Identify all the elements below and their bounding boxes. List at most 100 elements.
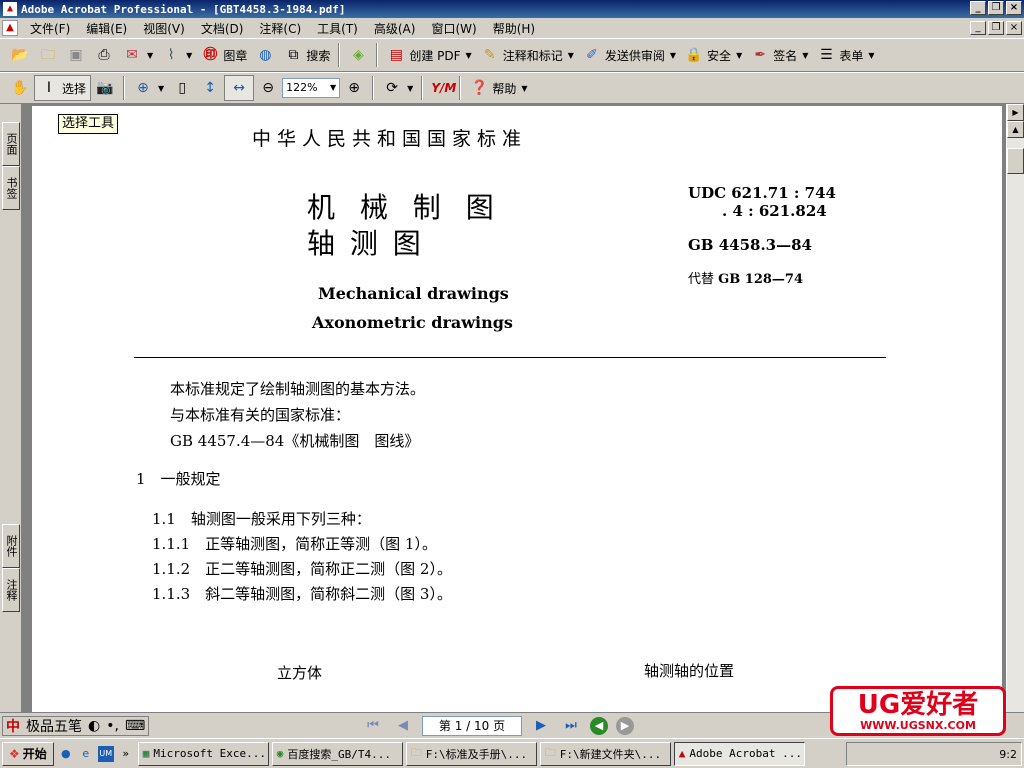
taskbar-item-acrobat[interactable]: ▲ Adobe Acrobat ... (673, 741, 805, 766)
replaces-line: 代替 GB 128—74 (688, 272, 803, 287)
zoom-level-field[interactable]: 122% ▼ (282, 78, 341, 98)
menu-view[interactable]: 视图(V) (135, 20, 193, 37)
taskbar-item-folder-new[interactable]: 🗀 F:\新建文件夹\... (539, 741, 671, 766)
acrobat-app-icon: ▲ (3, 2, 17, 16)
intro-paragraph-2: 与本标准有关的国家标准： (170, 406, 351, 424)
browser-icon[interactable]: e (78, 746, 94, 762)
zoom-magnifier-icon: ⊕ (137, 80, 149, 96)
um-icon[interactable]: UM (97, 745, 114, 762)
ime-name[interactable]: 极品五笔 (23, 716, 85, 736)
ime-moon-icon[interactable]: ◐ (85, 718, 103, 734)
stamp-button[interactable]: ㊞图章 (196, 43, 251, 67)
organizer-button[interactable]: 🗀 (34, 43, 62, 67)
udc-code-1: UDC 621.71 : 744 (688, 184, 836, 202)
last-page-button[interactable]: ⏭ (560, 716, 582, 736)
clock[interactable]: 9:2 (999, 748, 1017, 761)
zoom-tool-button[interactable]: ⊕ ▼ (129, 76, 168, 100)
taskbar-item-folder-standards[interactable]: 🗀 F:\标准及手册\... (405, 741, 537, 766)
sign-button[interactable]: ✒ 签名 ▼ (746, 43, 812, 67)
save-button[interactable]: ▣ (62, 43, 90, 67)
minimize-button[interactable]: _ (970, 1, 986, 15)
tab-bookmarks[interactable]: 书签 (2, 166, 20, 210)
ime-punct-icon[interactable]: •, (103, 718, 122, 734)
snapshot-button[interactable]: 📷 (91, 76, 119, 100)
restore-button[interactable]: ❐ (988, 1, 1004, 15)
search-button[interactable]: ⧉ 搜索 (279, 43, 334, 67)
menu-document[interactable]: 文档(D) (193, 20, 252, 37)
zoom-in-button[interactable]: ⊕ (340, 76, 368, 100)
open-button[interactable]: 📂 (6, 43, 34, 67)
doc-close-button[interactable]: × (1006, 21, 1022, 35)
print-button[interactable]: ⎙ (90, 43, 118, 67)
zoom-in-icon: ⊕ (348, 80, 361, 96)
menu-file[interactable]: 文件(F) (22, 20, 78, 37)
close-button[interactable]: × (1006, 1, 1022, 15)
standard-number: GB 4458.3—84 (688, 236, 812, 254)
color-picker-icon: ◈ (352, 47, 364, 63)
previous-view-button[interactable]: ◀ (590, 717, 608, 735)
document-viewport[interactable]: 选择工具 中华人民共和国国家标准 机 械 制 图 轴 测 图 Mechanica… (22, 104, 1006, 712)
email-icon: ✉ (126, 47, 138, 63)
doc-minimize-button[interactable]: _ (970, 21, 986, 35)
plugin-button[interactable]: Y/M (427, 76, 456, 100)
tab-pages[interactable]: 页面 (2, 122, 20, 166)
intro-paragraph-1: 本标准规定了绘制轴测图的基本方法。 (170, 380, 426, 398)
stamp-icon: ㊞ (203, 47, 218, 63)
email-button[interactable]: ✉ ▼ (118, 43, 157, 67)
color-button[interactable]: ◈ (344, 43, 372, 67)
ime-toolbar[interactable]: 中 极品五笔 ◐ •, ⌨ (2, 716, 150, 736)
start-button[interactable]: ❖ 开始 (2, 741, 54, 766)
scroll-up-button[interactable]: ▲ (1007, 121, 1024, 138)
send-review-button[interactable]: ✐ 发送供审阅 ▼ (578, 43, 680, 67)
document-icon[interactable]: ▲ (2, 20, 18, 36)
actual-size-button[interactable]: ▯ (168, 76, 196, 100)
menu-tools[interactable]: 工具(T) (309, 20, 366, 37)
menu-window[interactable]: 窗口(W) (423, 20, 484, 37)
help-button[interactable]: ❓ 帮助 ▼ (465, 76, 531, 100)
security-button[interactable]: 🔒 安全 ▼ (680, 43, 746, 67)
clause-1-1: 1.1 轴测图一般采用下列三种： (152, 510, 371, 528)
tab-attachments[interactable]: 附件 (2, 524, 20, 568)
attach-button[interactable]: ⌇ ▼ (157, 43, 196, 67)
menu-edit[interactable]: 编辑(E) (78, 20, 135, 37)
rotate-button[interactable]: ⟳ ▼ (378, 76, 417, 100)
doc-restore-button[interactable]: ❐ (988, 21, 1004, 35)
section-1-heading: 1 一般规定 (136, 470, 221, 488)
zoom-out-button[interactable]: ⊖ (254, 76, 282, 100)
toolbar-separator (421, 76, 424, 100)
next-page-button[interactable]: ▶ (530, 716, 552, 736)
scroll-thumb[interactable] (1007, 148, 1024, 174)
forms-button[interactable]: ☰ 表单 ▼ (812, 43, 878, 67)
next-view-button[interactable]: ▶ (616, 717, 634, 735)
fit-page-button[interactable]: ↕ (196, 76, 224, 100)
menu-help[interactable]: 帮助(H) (485, 20, 543, 37)
windows-taskbar: ❖ 开始 ● e UM » ▦ Microsoft Exce... ◉ 百度搜索_G… (0, 738, 1024, 768)
comment-markup-button[interactable]: ✎ 注释和标记 ▼ (476, 43, 578, 67)
system-tray: 9:2 (846, 742, 1022, 766)
previous-page-button[interactable]: ◀ (392, 716, 414, 736)
menu-advanced[interactable]: 高级(A) (366, 20, 424, 37)
select-tool-button[interactable]: Ⅰ 选择 (34, 75, 92, 101)
first-page-button[interactable]: ⏮ (362, 716, 384, 736)
more-chevron-icon[interactable]: » (118, 746, 134, 762)
create-pdf-icon: ▤ (389, 47, 403, 63)
ime-brand[interactable]: 中 (3, 716, 23, 736)
intro-reference: GB 4457.4—84《机械制图 图线》 (170, 432, 420, 450)
create-pdf-button[interactable]: ▤ 创建 PDF ▼ (382, 43, 475, 67)
qq-icon[interactable]: ● (58, 746, 74, 762)
menubar: ▲ 文件(F) 编辑(E) 视图(V) 文档(D) 注释(C) 工具(T) 高级… (0, 18, 1024, 38)
web-button[interactable]: ◍ (251, 43, 279, 67)
fit-width-button[interactable]: ↔ (224, 75, 255, 101)
vertical-scrollbar[interactable]: ▶ ▲ (1006, 104, 1024, 712)
split-panel-arrow-icon[interactable]: ▶ (1007, 104, 1024, 121)
hand-tool-button[interactable]: ✋ (6, 76, 34, 100)
ime-keyboard-icon[interactable]: ⌨ (122, 718, 148, 734)
menu-comments[interactable]: 注释(C) (251, 20, 309, 37)
title-line-1: 机 械 制 图 (307, 191, 502, 224)
pdf-page[interactable]: 选择工具 中华人民共和国国家标准 机 械 制 图 轴 测 图 Mechanica… (32, 106, 1002, 712)
page-number-field[interactable]: 第 1 / 10 页 (422, 716, 522, 736)
taskbar-item-baidu[interactable]: ◉ 百度搜索_GB/T4... (271, 741, 403, 766)
toolbar-separator (372, 76, 375, 100)
tab-comments[interactable]: 注释 (2, 568, 20, 612)
taskbar-item-excel[interactable]: ▦ Microsoft Exce... (137, 741, 269, 766)
